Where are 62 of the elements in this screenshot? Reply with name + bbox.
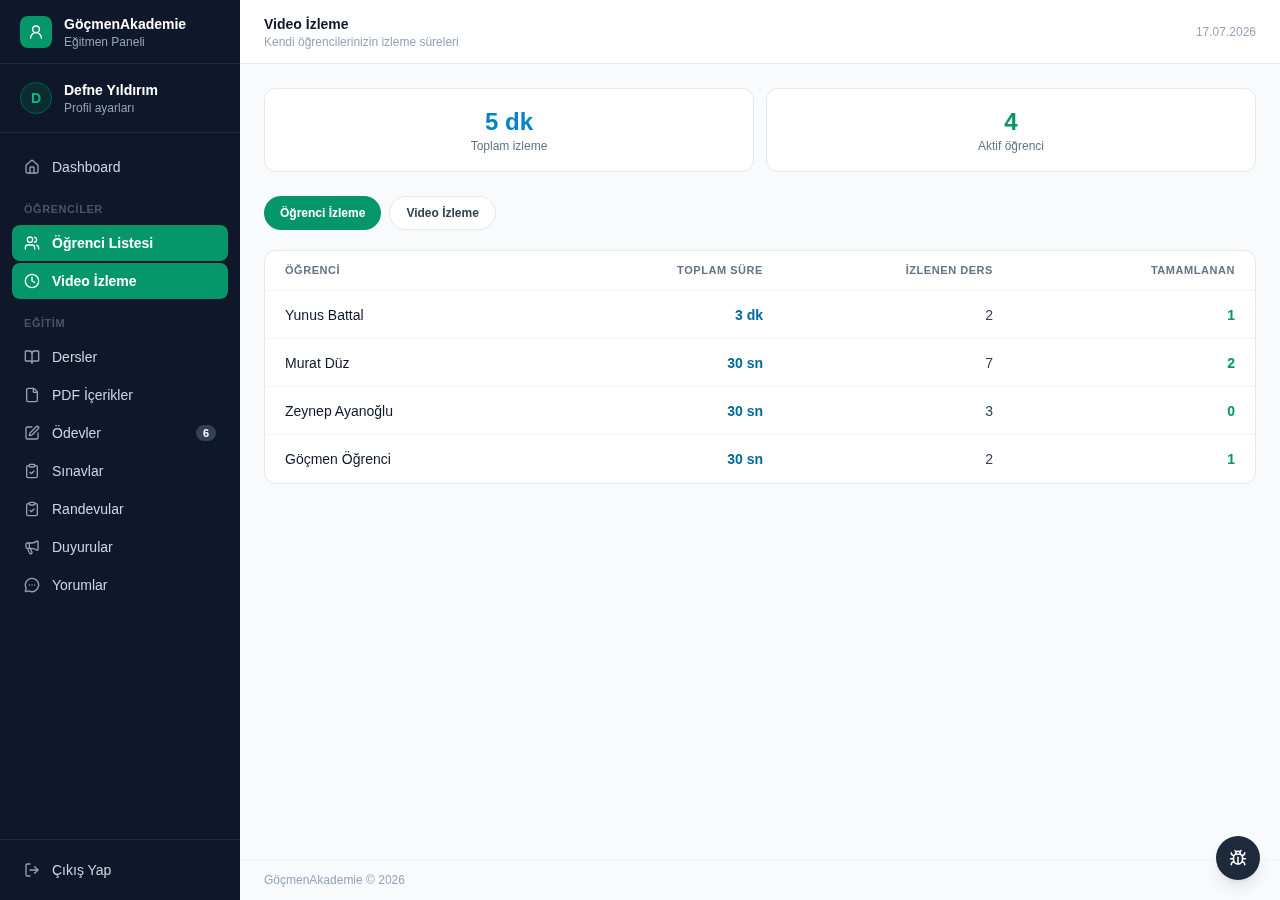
users-icon	[24, 235, 40, 251]
table-cell-text: 30 sn	[726, 401, 763, 421]
section-heading: EĞİTİM	[23, 316, 67, 331]
nav-item[interactable]: Dersler	[12, 339, 228, 375]
date-text: 17.07.2026	[1195, 23, 1256, 40]
nav-item[interactable]: Yorumlar	[12, 567, 228, 603]
table-cell-text: 2	[984, 450, 993, 469]
logout-button[interactable]: Çıkış Yap	[12, 852, 228, 888]
tab[interactable]: Video İzleme	[389, 196, 496, 230]
column-header: TAMAMLANAN	[1149, 263, 1235, 279]
table-cell-text: 3 dk	[734, 305, 763, 325]
page-title: Video İzleme	[264, 14, 350, 34]
table-cell-text: 30 sn	[726, 450, 763, 469]
table-cell-text: Yunus Battal	[285, 305, 365, 325]
count-badge: 6	[196, 425, 216, 441]
book-icon	[24, 349, 40, 365]
clipboard-check-icon	[24, 463, 40, 479]
column-header: TOPLAM SÜRE	[676, 263, 763, 279]
clock-icon	[24, 273, 40, 289]
table-cell-text: 30 sn	[726, 353, 763, 373]
logout-icon	[24, 862, 40, 878]
avatar: D	[20, 82, 52, 114]
nav-item[interactable]: Sınavlar	[12, 453, 228, 489]
chat-bubble-icon	[24, 577, 40, 593]
table-cell-text: Zeynep Ayanoğlu	[285, 401, 394, 421]
file-icon	[24, 387, 40, 403]
column-header: ÖĞRENCİ	[285, 263, 342, 279]
pencil-square-icon	[24, 425, 40, 441]
megaphone-icon	[24, 539, 40, 555]
table-cell-text: 7	[984, 353, 993, 373]
stat-label: Aktif öğrenci	[978, 138, 1044, 154]
stat-label: Toplam izleme	[470, 138, 548, 154]
tab[interactable]: Öğrenci İzleme	[264, 196, 382, 230]
brand-subtitle: Eğitmen Paneli	[64, 33, 146, 50]
nav-item[interactable]: Dashboard	[12, 149, 228, 185]
nav-item[interactable]: PDF İçerikler	[12, 377, 228, 413]
nav-item[interactable]: Video İzleme	[12, 263, 228, 299]
table-cell-text: 1	[1226, 450, 1235, 469]
footer-text: GöçmenAkademie © 2026	[264, 872, 405, 888]
user-name: Defne Yıldırım	[64, 81, 158, 100]
table-cell-text: 3	[984, 401, 993, 421]
stat-value: 5 dk	[485, 107, 533, 137]
user-icon	[20, 15, 52, 48]
nav-item[interactable]: Ödevler 6	[12, 415, 228, 451]
table-cell-text: Murat Düz	[285, 353, 351, 373]
brand-name: GöçmenAkademie	[64, 14, 187, 34]
table-cell-text: 1	[1226, 305, 1235, 325]
bug-icon	[1229, 849, 1247, 867]
stat-value: 4	[1004, 107, 1018, 137]
nav-item[interactable]: Duyurular	[12, 529, 228, 565]
table-cell-text: 0	[1226, 401, 1235, 421]
page-subtitle: Kendi öğrencilerinizin izleme süreleri	[264, 33, 459, 50]
nav-item[interactable]: Randevular	[12, 491, 228, 527]
home-icon	[24, 159, 40, 175]
table-cell-text: 2	[984, 305, 993, 325]
column-header: İZLENEN DERS	[904, 263, 993, 279]
table-cell-text: 2	[1226, 353, 1235, 373]
clipboard-check-icon	[24, 501, 40, 517]
nav-item[interactable]: Öğrenci Listesi	[12, 225, 228, 261]
section-heading: ÖĞRENCİLER	[23, 202, 104, 217]
table-cell-text: Göçmen Öğrenci	[285, 450, 392, 469]
profile-settings-link[interactable]: Profil ayarları	[64, 100, 158, 116]
